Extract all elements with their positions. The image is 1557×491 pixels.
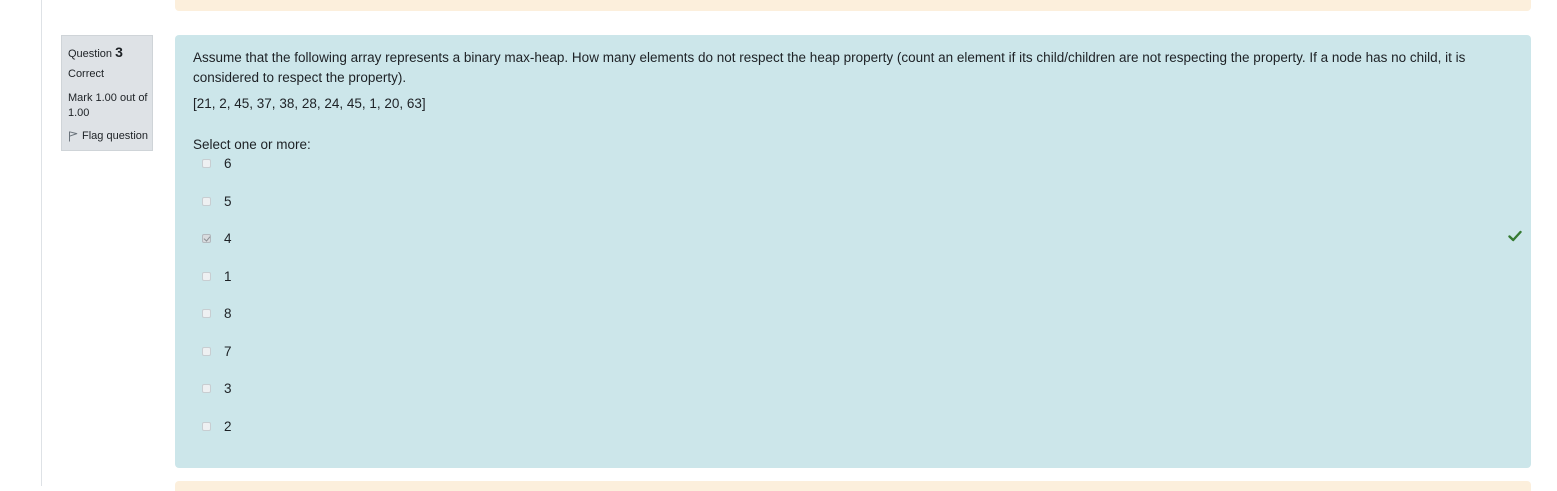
question-text: Assume that the following array represen… [193, 50, 1466, 85]
previous-question-bottom [175, 0, 1531, 11]
answer-option[interactable]: 2 [193, 418, 1513, 456]
answer-label: 1 [224, 268, 232, 284]
answer-option[interactable]: 1 [193, 268, 1513, 306]
answer-label: 3 [224, 381, 232, 396]
question-state: Correct [68, 68, 105, 80]
flag-icon [69, 131, 78, 142]
answer-checkbox-checked[interactable] [202, 234, 211, 243]
answer-list: 6 5 4 1 8 7 3 2 [193, 155, 1522, 456]
answer-label: 5 [224, 193, 232, 209]
answer-label: 4 [224, 231, 232, 246]
answer-label: 7 [224, 343, 232, 359]
answer-checkbox[interactable] [202, 384, 211, 393]
answer-checkbox[interactable] [202, 421, 211, 431]
question-info-box: Question 3 Correct Mark 1.00 out of 1.00… [61, 35, 153, 151]
answer-checkbox[interactable] [202, 159, 211, 168]
answer-option[interactable]: 6 [193, 155, 1513, 193]
answer-option[interactable]: 3 [193, 380, 1513, 418]
answer-option[interactable]: 7 [193, 343, 1513, 381]
answer-checkbox[interactable] [202, 309, 211, 318]
answer-label: 8 [224, 306, 232, 321]
flag-question-button[interactable]: Flag question [68, 129, 152, 144]
question-array: [21, 2, 45, 37, 38, 28, 24, 45, 1, 20, 6… [193, 96, 426, 111]
answer-option[interactable]: 5 [193, 193, 1513, 231]
question-content: Assume that the following array represen… [175, 35, 1531, 468]
answer-checkbox[interactable] [202, 271, 211, 281]
question-grade: Mark 1.00 out of 1.00 [68, 92, 148, 119]
question-number-line: Question 3 [68, 43, 152, 63]
answer-label: 6 [224, 156, 232, 171]
next-question-top [175, 481, 1531, 491]
answer-label: 2 [224, 418, 232, 434]
answer-prompt: Select one or more: [193, 137, 311, 152]
answer-option[interactable]: 8 [193, 305, 1513, 343]
page-left-border [41, 0, 42, 486]
answer-option[interactable]: 4 [193, 230, 1522, 268]
quiz-page: Question 3 Correct Mark 1.00 out of 1.00… [0, 0, 1557, 491]
answer-checkbox[interactable] [202, 196, 211, 206]
check-icon [1508, 230, 1522, 242]
flag-question-label: Flag question [82, 130, 149, 142]
question-number: 3 [115, 44, 123, 60]
question-label: Question [68, 48, 113, 60]
answer-checkbox[interactable] [202, 346, 211, 356]
